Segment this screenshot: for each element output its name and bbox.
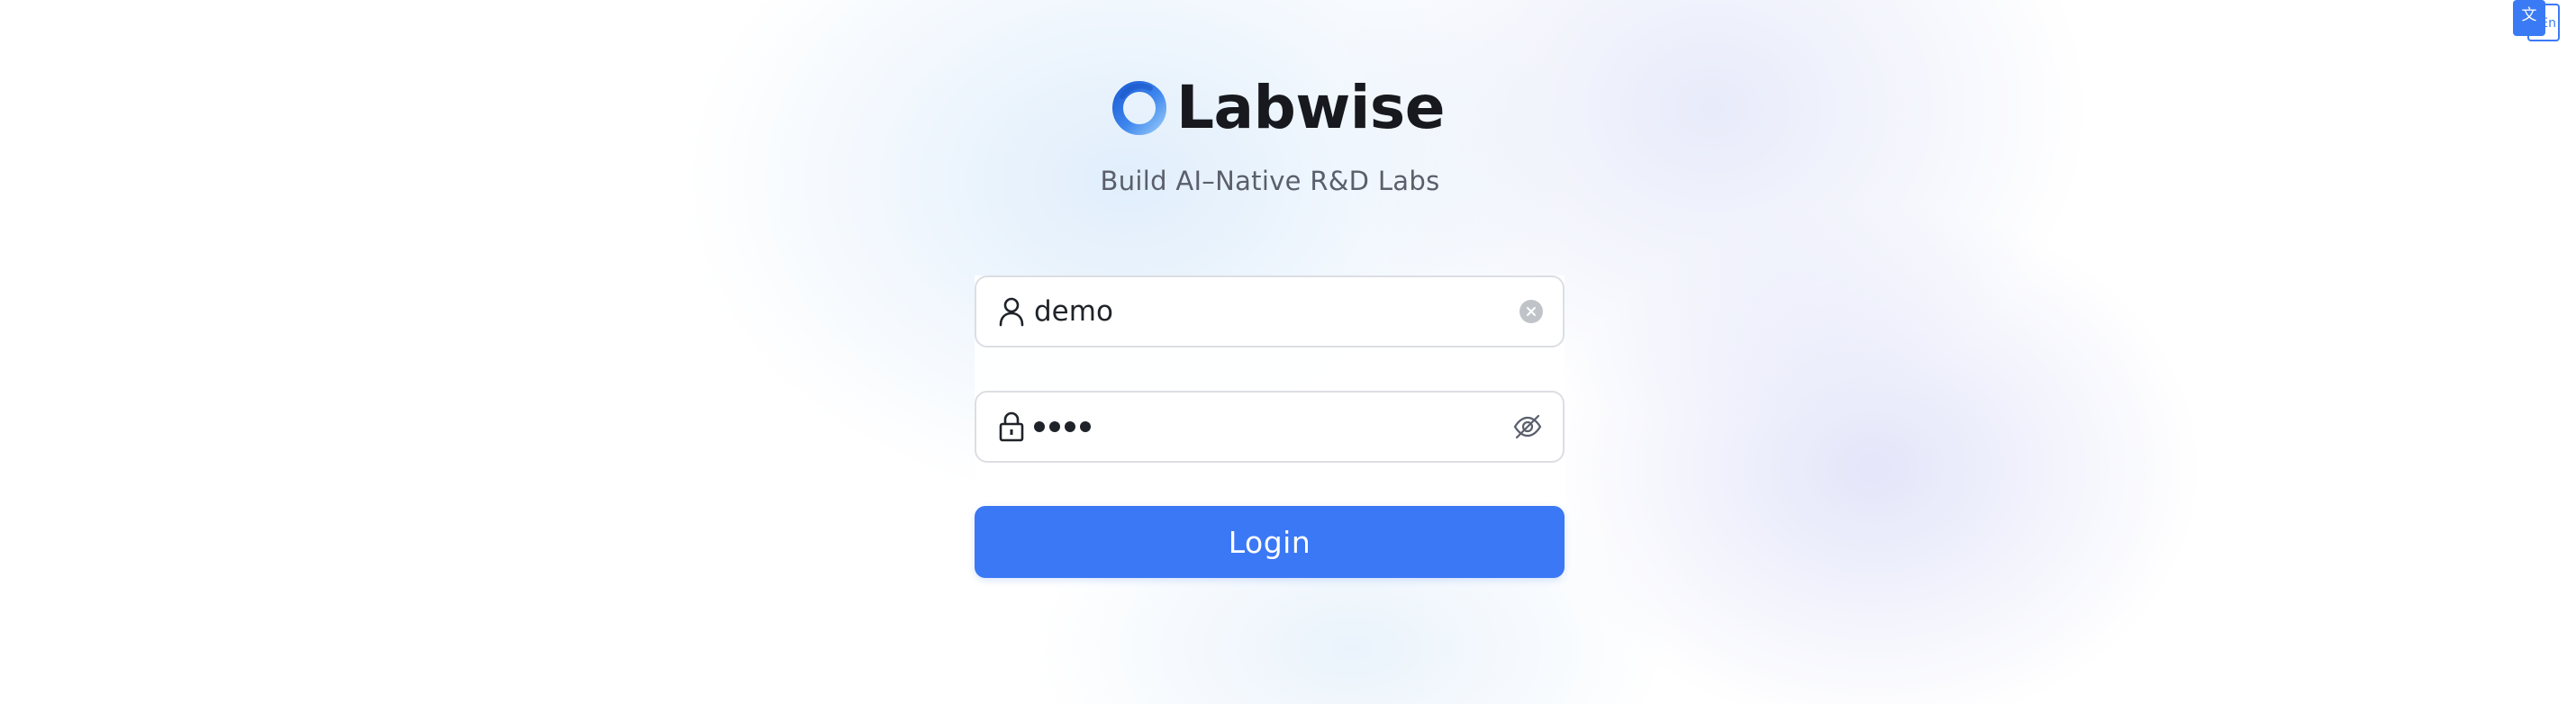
username-input[interactable] [1034, 284, 1519, 338]
username-field[interactable] [975, 275, 1565, 347]
password-mask-dot [1034, 421, 1045, 432]
language-zh-badge: 文 [2513, 0, 2545, 36]
ring-logo-icon [1112, 81, 1166, 135]
clear-icon[interactable] [1519, 300, 1543, 323]
password-field[interactable] [975, 391, 1565, 463]
tagline: Build AI–Native R&D Labs [1100, 166, 1440, 196]
password-mask-dot [1049, 421, 1060, 432]
eye-off-icon[interactable] [1512, 411, 1543, 442]
login-form: Login [975, 275, 1565, 578]
password-input[interactable] [1034, 400, 1512, 454]
brand-header: Labwise [1110, 72, 1445, 144]
brand-name: Labwise [1176, 73, 1445, 142]
language-switch-button[interactable]: En 文 [2513, 0, 2567, 47]
lock-icon [999, 411, 1024, 442]
password-mask-dot [1065, 421, 1075, 432]
user-icon [999, 297, 1024, 327]
password-mask-dot [1080, 421, 1091, 432]
login-button[interactable]: Login [975, 506, 1565, 578]
